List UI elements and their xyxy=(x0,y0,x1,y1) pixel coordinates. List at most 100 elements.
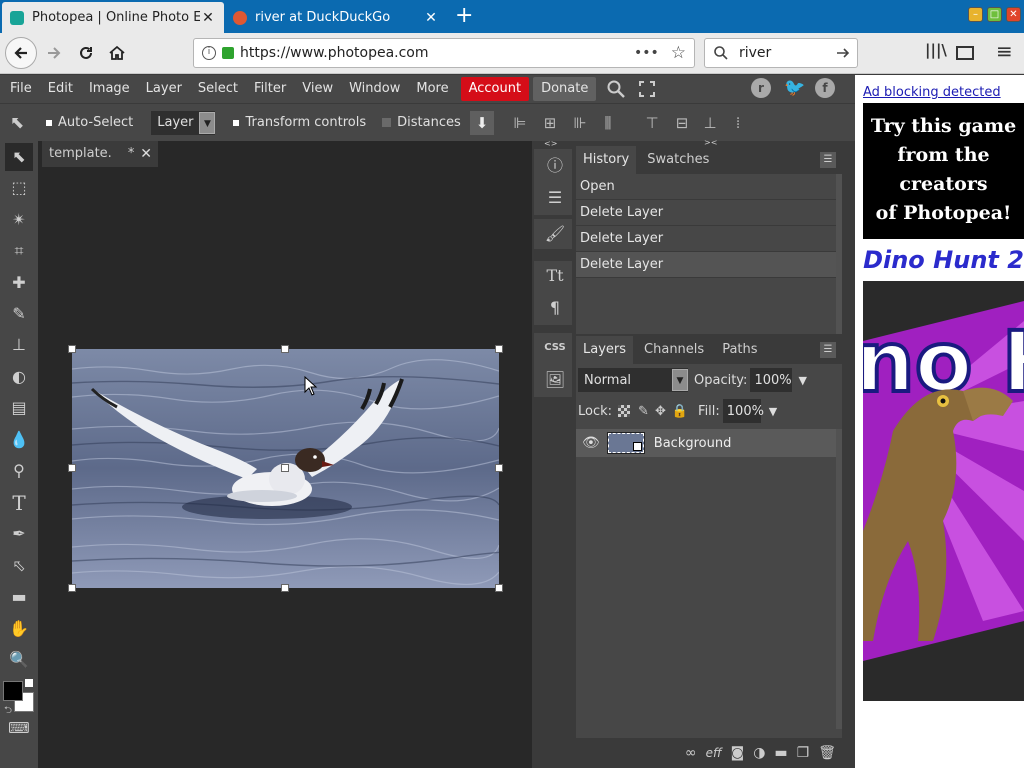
close-window-button[interactable]: ✕ xyxy=(1006,7,1021,22)
auto-select-target-dropdown[interactable]: Layer ▼ xyxy=(151,110,216,135)
browser-tab-duckduckgo[interactable]: river at DuckDuckGo ✕ xyxy=(225,2,447,33)
zoom-tool-icon[interactable]: 🔍 xyxy=(5,646,33,674)
distribute-h-icon[interactable]: ⫼ xyxy=(596,111,620,135)
move-tool-icon[interactable]: ⬉ xyxy=(5,143,33,171)
marquee-tool-icon[interactable]: ⬚ xyxy=(5,174,33,202)
ad-game-title[interactable]: Dino Hunt 2 xyxy=(863,239,1024,281)
transform-controls-checkbox[interactable]: Transform controls xyxy=(233,115,366,130)
reddit-icon[interactable]: r xyxy=(751,78,771,98)
menu-window[interactable]: Window xyxy=(341,77,408,101)
new-tab-button[interactable]: + xyxy=(455,4,473,28)
rectangle-tool-icon[interactable]: ▬ xyxy=(5,583,33,611)
panel-menu-icon[interactable]: ☰ xyxy=(820,342,836,358)
twitter-icon[interactable]: 🐦 xyxy=(784,78,805,98)
align-left-icon[interactable]: ⊫ xyxy=(508,111,532,135)
align-center-h-icon[interactable]: ⊞ xyxy=(538,111,562,135)
canvas-workspace[interactable]: template. * ✕ xyxy=(38,141,532,768)
menu-layer[interactable]: Layer xyxy=(138,77,190,101)
transform-handle[interactable] xyxy=(495,464,503,472)
opacity-dropdown-icon[interactable]: ▼ xyxy=(798,374,806,387)
clone-stamp-tool-icon[interactable]: ⊥ xyxy=(5,331,33,359)
hand-tool-icon[interactable]: ✋ xyxy=(5,615,33,643)
new-layer-icon[interactable]: ❐ xyxy=(797,745,810,761)
forward-button[interactable] xyxy=(40,39,68,67)
tab-layers[interactable]: Layers xyxy=(576,336,634,364)
reload-button[interactable] xyxy=(72,39,100,67)
history-item-open[interactable]: Open xyxy=(576,174,842,200)
magic-wand-tool-icon[interactable]: ✴ xyxy=(5,206,33,234)
download-icon[interactable]: ⬇ xyxy=(470,111,494,135)
pen-tool-icon[interactable]: ✒ xyxy=(5,520,33,548)
keyboard-icon[interactable]: ⌨ xyxy=(5,714,33,742)
close-tab-icon[interactable]: ✕ xyxy=(200,10,216,26)
menu-select[interactable]: Select xyxy=(190,77,246,101)
bookmark-star-icon[interactable]: ☆ xyxy=(671,43,686,63)
ad-blocking-link[interactable]: Ad blocking detected xyxy=(863,85,1001,100)
crop-tool-icon[interactable]: ⌗ xyxy=(5,237,33,265)
donate-button[interactable]: Donate xyxy=(533,77,597,101)
panel-menu-icon[interactable]: ☰ xyxy=(820,152,836,168)
distances-checkbox[interactable]: Distances xyxy=(382,115,461,130)
image-panel-icon[interactable]: 🖼 xyxy=(537,365,573,395)
menu-file[interactable]: File xyxy=(2,77,40,101)
menu-edit[interactable]: Edit xyxy=(40,77,81,101)
tab-swatches[interactable]: Swatches xyxy=(640,146,716,174)
search-field[interactable]: river xyxy=(704,38,858,68)
url-text[interactable]: https://www.photopea.com xyxy=(240,45,634,61)
link-icon[interactable]: ∞ xyxy=(685,745,697,761)
tab-channels[interactable]: Channels xyxy=(637,336,711,364)
paragraph-panel-icon[interactable]: ¶ xyxy=(537,293,573,323)
search-value[interactable]: river xyxy=(739,45,835,61)
fill-input[interactable]: 100% xyxy=(722,399,764,423)
align-bottom-icon[interactable]: ⊥ xyxy=(698,111,722,135)
folder-icon[interactable]: ▬ xyxy=(774,745,787,761)
history-scrollbar[interactable] xyxy=(836,174,842,334)
layers-scrollbar[interactable] xyxy=(836,429,842,729)
menu-image[interactable]: Image xyxy=(81,77,138,101)
layer-name[interactable]: Background xyxy=(654,436,732,451)
menu-view[interactable]: View xyxy=(294,77,341,101)
blur-tool-icon[interactable]: 💧 xyxy=(5,426,33,454)
history-item-delete-layer[interactable]: Delete Layer xyxy=(576,200,842,226)
page-actions-icon[interactable]: ••• xyxy=(634,45,659,61)
align-right-icon[interactable]: ⊪ xyxy=(568,111,592,135)
url-bar[interactable]: i https://www.photopea.com ••• ☆ xyxy=(193,38,695,68)
tab-paths[interactable]: Paths xyxy=(715,336,764,364)
library-icon[interactable]: |||\ xyxy=(925,41,947,59)
info-panel-icon[interactable]: ⓘ xyxy=(537,151,573,181)
transform-handle[interactable] xyxy=(495,345,503,353)
dodge-tool-icon[interactable]: ⚲ xyxy=(5,457,33,485)
info-icon[interactable]: i xyxy=(202,46,216,60)
minimize-window-button[interactable]: – xyxy=(968,7,983,22)
lock-transparency-icon[interactable] xyxy=(618,405,631,417)
transform-handle[interactable] xyxy=(68,584,76,592)
css-panel-icon[interactable]: CSS xyxy=(537,333,573,363)
align-top-icon[interactable]: ⊤ xyxy=(640,111,664,135)
hamburger-menu-icon[interactable]: ≡ xyxy=(996,39,1013,63)
fill-dropdown-icon[interactable]: ▼ xyxy=(769,405,777,418)
transform-handle[interactable] xyxy=(68,464,76,472)
transform-handle[interactable] xyxy=(281,345,289,353)
lock-all-icon[interactable]: 🔒 xyxy=(672,404,688,419)
swap-colors-icon[interactable] xyxy=(25,679,33,687)
distribute-v-icon[interactable]: ⦙ xyxy=(726,111,750,135)
transform-handle[interactable] xyxy=(281,584,289,592)
transform-handle[interactable] xyxy=(281,464,289,472)
character-panel-icon[interactable]: Tt xyxy=(537,261,573,291)
effects-icon[interactable]: eff xyxy=(706,746,722,760)
browser-tab-photopea[interactable]: Photopea | Online Photo Editor ✕ xyxy=(2,2,224,33)
collapse-arrows-icon[interactable]: <> xyxy=(544,139,557,148)
maximize-window-button[interactable]: □ xyxy=(987,7,1002,22)
layer-row-background[interactable]: 👁 Background xyxy=(576,429,836,457)
eraser-tool-icon[interactable]: ◐ xyxy=(5,363,33,391)
ad-dino-image[interactable]: no H xyxy=(863,281,1024,701)
history-item-delete-layer[interactable]: Delete Layer xyxy=(576,226,842,252)
opacity-input[interactable]: 100% xyxy=(750,368,793,392)
brush-panel-icon[interactable]: 🖌 xyxy=(537,219,573,249)
menu-filter[interactable]: Filter xyxy=(246,77,294,101)
eye-visibility-icon[interactable]: 👁 xyxy=(582,435,600,451)
search-icon[interactable] xyxy=(606,79,626,99)
sidebar-toggle-icon[interactable] xyxy=(956,46,974,60)
history-item-delete-layer[interactable]: Delete Layer xyxy=(576,252,842,278)
tab-history[interactable]: History xyxy=(576,146,637,174)
